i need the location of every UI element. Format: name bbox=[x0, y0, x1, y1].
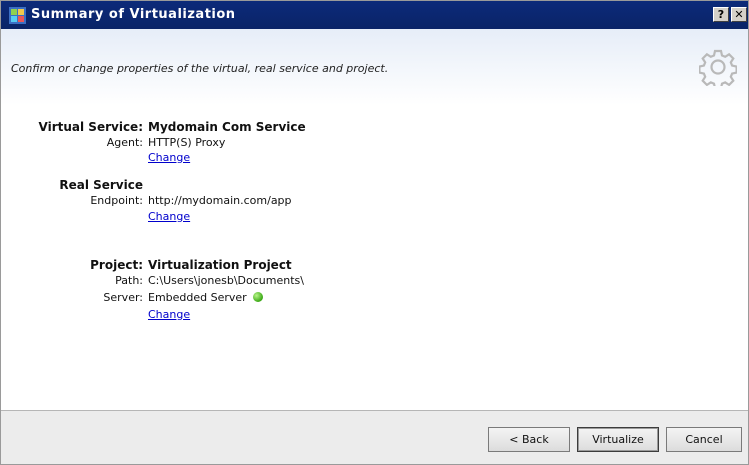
real-service-label: Real Service bbox=[59, 178, 143, 192]
real-service-change-row: Change bbox=[1, 209, 748, 225]
cancel-button[interactable]: Cancel bbox=[666, 427, 742, 452]
virtual-service-row: Virtual Service: Mydomain Com Service bbox=[1, 119, 748, 135]
server-value-wrap: Embedded Server bbox=[148, 290, 263, 306]
virtual-service-change-link[interactable]: Change bbox=[148, 150, 190, 166]
virtual-service-change-row: Change bbox=[1, 150, 748, 166]
back-button[interactable]: < Back bbox=[488, 427, 570, 452]
server-value: Embedded Server bbox=[148, 291, 247, 304]
real-service-row: Real Service bbox=[1, 177, 748, 193]
virtual-service-name: Mydomain Com Service bbox=[148, 120, 306, 134]
endpoint-label: Endpoint: bbox=[90, 194, 143, 207]
summary-dialog: Summary of Virtualization ? ✕ Confirm or… bbox=[0, 0, 749, 465]
title-bar: Summary of Virtualization ? ✕ bbox=[1, 1, 748, 29]
project-label: Project: bbox=[90, 258, 143, 272]
agent-label: Agent: bbox=[106, 136, 143, 149]
server-label: Server: bbox=[103, 291, 143, 304]
project-change-link[interactable]: Change bbox=[148, 307, 190, 323]
endpoint-value: http://mydomain.com/app bbox=[148, 194, 292, 207]
agent-row: Agent: HTTP(S) Proxy bbox=[1, 135, 748, 151]
footer-bar: < Back Virtualize Cancel bbox=[1, 411, 748, 464]
project-name: Virtualization Project bbox=[148, 258, 292, 272]
real-service-change-link[interactable]: Change bbox=[148, 209, 190, 225]
agent-value: HTTP(S) Proxy bbox=[148, 136, 226, 149]
gear-icon bbox=[699, 49, 737, 86]
header-panel: Confirm or change properties of the virt… bbox=[1, 29, 748, 105]
server-row: Server: Embedded Server bbox=[1, 290, 748, 306]
summary-content: Virtual Service: Mydomain Com Service Ag… bbox=[1, 105, 748, 410]
path-row: Path: C:\Users\jonesb\Documents\ bbox=[1, 273, 748, 289]
window-title: Summary of Virtualization bbox=[31, 7, 236, 22]
project-change-row: Change bbox=[1, 307, 748, 323]
project-row: Project: Virtualization Project bbox=[1, 257, 748, 273]
status-dot-icon bbox=[252, 292, 263, 302]
close-button[interactable]: ✕ bbox=[731, 7, 747, 22]
app-icon bbox=[9, 7, 26, 24]
path-label: Path: bbox=[115, 274, 143, 287]
endpoint-row: Endpoint: http://mydomain.com/app bbox=[1, 193, 748, 209]
header-description: Confirm or change properties of the virt… bbox=[11, 62, 389, 75]
virtualize-button[interactable]: Virtualize bbox=[577, 427, 659, 452]
virtual-service-label: Virtual Service: bbox=[38, 120, 143, 134]
help-button[interactable]: ? bbox=[713, 7, 729, 22]
path-value: C:\Users\jonesb\Documents\ bbox=[148, 274, 304, 287]
